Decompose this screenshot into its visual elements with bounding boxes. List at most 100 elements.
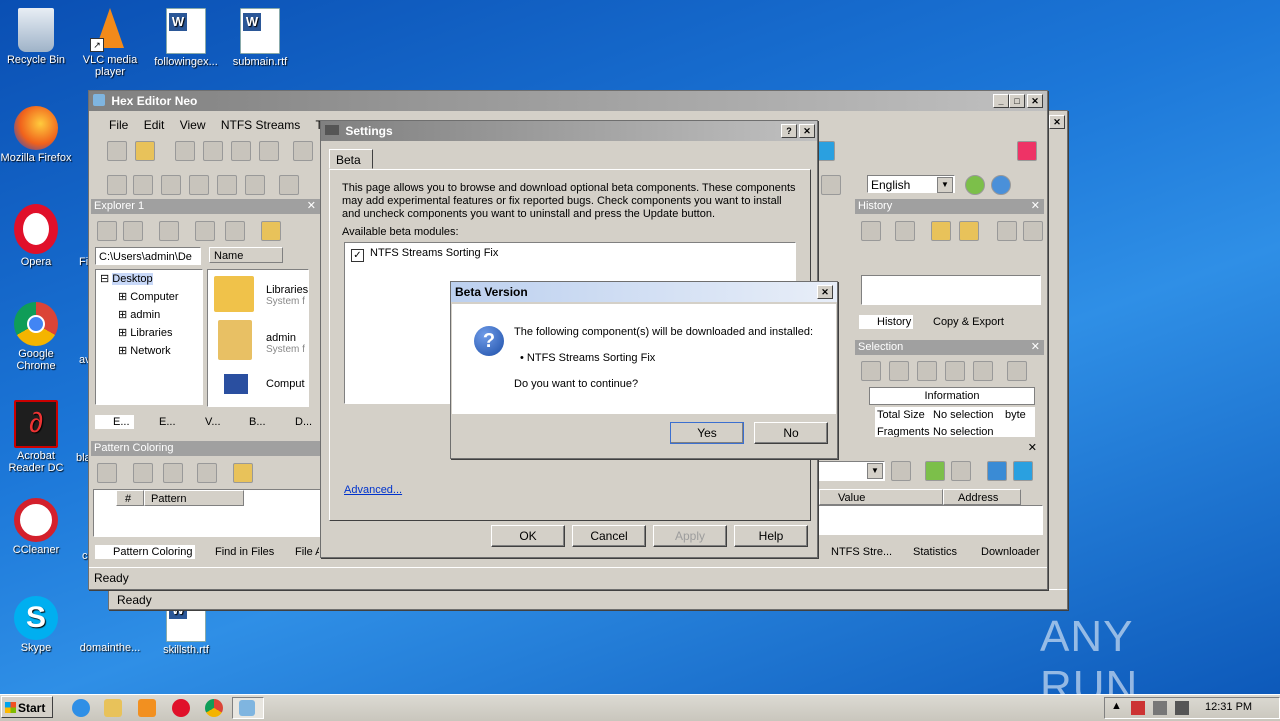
tab-downloader[interactable]: Downloader <box>965 545 1042 559</box>
delete-icon[interactable] <box>245 175 265 195</box>
tab-ntfs-streams[interactable]: NTFS Stre... <box>817 545 894 559</box>
stream-icon-2[interactable] <box>925 461 945 481</box>
clock[interactable]: 12:31 PM <box>1205 701 1252 713</box>
copy-window-icon[interactable] <box>293 141 313 161</box>
edit-pattern-icon[interactable] <box>133 463 153 483</box>
menu-file[interactable]: File <box>103 115 134 135</box>
beta-version-dialog[interactable]: Beta Version ✕ ? The following component… <box>450 281 838 459</box>
desktop-icon-recycle-bin[interactable]: Recycle Bin <box>0 8 74 66</box>
history-redo-icon[interactable] <box>1023 221 1043 241</box>
desktop-icon-ccleaner[interactable]: CCleaner <box>0 498 74 556</box>
media-player-icon[interactable] <box>138 699 156 717</box>
desktop-icon-vlc[interactable]: ↗ VLC media player <box>72 8 148 78</box>
tab-history[interactable]: History <box>859 315 914 329</box>
desktop-icon-submain[interactable]: W submain.rtf <box>222 8 298 68</box>
name-column-header[interactable]: Name <box>209 247 283 263</box>
network-icon[interactable] <box>1153 701 1167 715</box>
ie-icon[interactable] <box>72 699 90 717</box>
desktop-icon-skype[interactable]: S Skype <box>0 596 74 654</box>
flag-icon[interactable] <box>1131 701 1145 715</box>
chevron-down-icon[interactable]: ▼ <box>867 463 883 479</box>
desktop-icon-acrobat[interactable]: ∂ Acrobat Reader DC <box>0 400 74 474</box>
help-button[interactable]: Help <box>734 525 808 547</box>
history-copy-icon[interactable] <box>861 221 881 241</box>
menu-edit[interactable]: Edit <box>138 115 171 135</box>
opera-taskbar-icon[interactable] <box>172 699 190 717</box>
tree-view-icon[interactable] <box>261 221 281 241</box>
save-all-icon[interactable] <box>203 141 223 161</box>
pattern-settings-icon[interactable] <box>197 463 217 483</box>
refresh-icon[interactable] <box>225 221 245 241</box>
explorer-tab[interactable]: B... <box>231 415 268 429</box>
stream-icon-4[interactable] <box>987 461 1007 481</box>
settings-title-bar[interactable]: Settings ? ✕ <box>321 121 817 141</box>
save-icon[interactable] <box>175 141 195 161</box>
menu-view[interactable]: View <box>174 115 212 135</box>
explorer-tab[interactable]: V... <box>187 415 223 429</box>
help-icon[interactable]: ? <box>781 124 797 138</box>
copy-icon[interactable] <box>189 175 209 195</box>
advanced-link[interactable]: Advanced... <box>344 484 402 496</box>
close-icon[interactable]: ✕ <box>1049 115 1065 129</box>
tab-pattern-coloring[interactable]: Pattern Coloring <box>95 545 195 559</box>
new-file-icon[interactable] <box>107 141 127 161</box>
close-icon[interactable]: ✕ <box>1031 340 1040 355</box>
chevron-up-icon[interactable]: ▲ <box>1111 700 1122 712</box>
desktop-icon-opera[interactable]: Opera <box>0 204 74 268</box>
edit-icon[interactable] <box>161 175 181 195</box>
hex-editor-taskbar-button[interactable] <box>232 697 264 719</box>
no-button[interactable]: No <box>754 422 828 444</box>
maximize-icon[interactable]: □ <box>1009 94 1025 108</box>
add-pattern-icon[interactable] <box>97 463 117 483</box>
desktop-icon-firefox[interactable]: Mozilla Firefox <box>0 106 74 164</box>
tree-item-admin[interactable]: ⊞ admin <box>100 306 202 324</box>
stream-icon-3[interactable] <box>951 461 971 481</box>
selection-grid-icon[interactable] <box>861 361 881 381</box>
close-icon[interactable]: ✕ <box>307 199 316 214</box>
list-item[interactable]: admin System f <box>214 320 308 360</box>
selection-clear-icon[interactable] <box>889 361 909 381</box>
checkmark-icon[interactable] <box>1007 361 1027 381</box>
path-input[interactable]: C:\Users\admin\De <box>95 247 201 265</box>
warning-icon[interactable] <box>815 141 835 161</box>
beta-title-bar[interactable]: Beta Version ✕ <box>451 282 837 302</box>
desktop-icon-followingex[interactable]: W followingex... <box>148 8 224 68</box>
tab-copy-export[interactable]: Copy & Export <box>917 315 1006 329</box>
tree-item-network[interactable]: ⊞ Network <box>100 342 202 360</box>
ok-button[interactable]: OK <box>491 525 565 547</box>
history-undo-icon[interactable] <box>997 221 1017 241</box>
tab-find-in-files[interactable]: Find in Files <box>199 545 276 559</box>
tab-beta[interactable]: Beta <box>329 149 373 169</box>
stream-icon-1[interactable] <box>891 461 911 481</box>
explorer-tab[interactable]: D... <box>277 415 314 429</box>
tree-item-desktop[interactable]: ⊟ Desktop <box>100 270 202 288</box>
undo-icon[interactable] <box>107 175 127 195</box>
globe-refresh-icon[interactable] <box>991 175 1011 195</box>
tab-file-attributes[interactable]: File At <box>279 545 319 559</box>
explorer-tab[interactable]: E... <box>95 415 134 429</box>
list-item[interactable]: ✓ NTFS Streams Sorting Fix <box>351 247 498 262</box>
insert-icon[interactable] <box>279 175 299 195</box>
module-checkbox[interactable]: ✓ <box>351 249 364 262</box>
chevron-down-icon[interactable]: ▼ <box>937 177 953 193</box>
tree-item-computer[interactable]: ⊞ Computer <box>100 288 202 306</box>
save-as-icon[interactable] <box>231 141 251 161</box>
chrome-taskbar-icon[interactable] <box>205 699 223 717</box>
info-icon[interactable] <box>1013 461 1033 481</box>
title-bar[interactable]: Hex Editor Neo _ □ ✕ <box>89 91 1047 111</box>
volume-icon[interactable] <box>1175 701 1189 715</box>
yes-button[interactable]: Yes <box>670 422 744 444</box>
explorer-icon[interactable] <box>104 699 122 717</box>
menu-ntfs-streams[interactable]: NTFS Streams <box>215 115 306 135</box>
list-item[interactable]: Libraries System f <box>214 276 308 316</box>
selection-expand-icon[interactable] <box>945 361 965 381</box>
minimize-icon[interactable]: _ <box>993 94 1009 108</box>
apply-button[interactable]: Apply <box>653 525 727 547</box>
print-icon[interactable] <box>259 141 279 161</box>
close-icon[interactable]: ✕ <box>799 124 815 138</box>
history-back-icon[interactable] <box>959 221 979 241</box>
stream-select[interactable]: ▼ <box>817 461 885 481</box>
redo-icon[interactable] <box>133 175 153 195</box>
pattern-active-icon[interactable] <box>233 463 253 483</box>
forward-icon[interactable] <box>123 221 143 241</box>
